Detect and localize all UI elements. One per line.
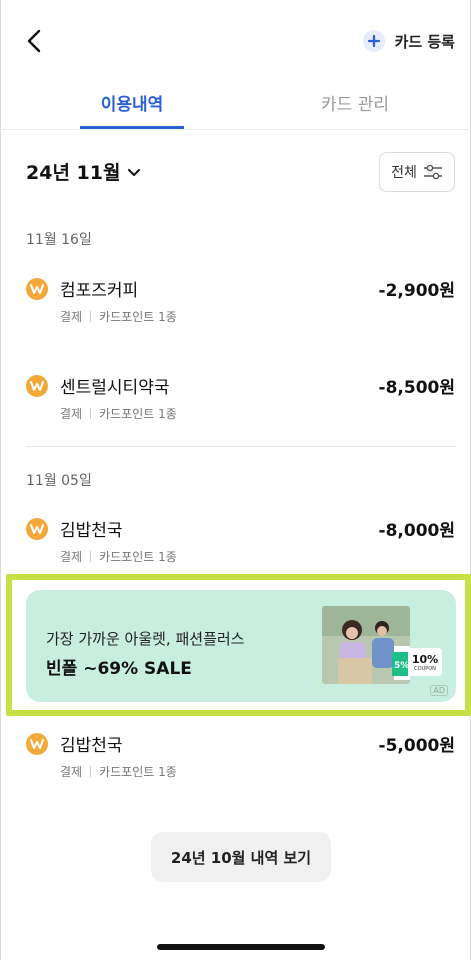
month-selector[interactable]: 24년 11월 [26,158,142,185]
plus-icon [362,30,385,52]
register-card-label: 카드 등록 [394,32,455,51]
sliders-icon [423,164,442,180]
coupon-value: 10% [411,652,439,666]
won-point-icon [26,375,48,397]
tab-card-management[interactable]: 카드 관리 [300,90,410,115]
point-info: 카드포인트 1종 [99,550,177,564]
month-label: 24년 11월 [26,162,121,184]
transaction-amount: -8,000원 [378,521,455,541]
merchant-name: 센트럴시티약국 [60,378,170,398]
group-divider [26,446,456,447]
chevron-down-icon [128,168,141,176]
transaction-amount: -8,500원 [378,378,455,398]
point-info: 카드포인트 1종 [99,407,177,421]
won-point-icon [26,518,48,540]
merchant-name: 김밥천국 [60,521,123,541]
transaction-row[interactable]: 김밥천국 -5,000원 결제 카드포인트 1종 [0,731,471,795]
payment-method: 결제 [60,407,83,421]
ad-promo-text: 빈폴 ~69% SALE [46,659,192,679]
month-filter-row: 24년 11월 전체 [0,148,471,198]
top-bar: 카드 등록 [0,0,471,80]
coupon-badge: 10% COUPON [408,648,442,676]
transaction-row[interactable]: 컴포즈커피 -2,900원 결제 카드포인트 1종 [0,276,471,340]
transaction-amount: -2,900원 [378,281,455,301]
payment-method: 결제 [60,550,83,564]
ad-image: 5% [322,606,410,684]
point-info: 카드포인트 1종 [99,310,177,324]
won-point-icon [26,278,48,300]
won-point-icon [26,733,48,755]
home-indicator[interactable] [157,944,325,950]
transaction-row[interactable]: 김밥천국 -8,000원 결제 카드포인트 1종 [0,516,471,580]
tab-bar: 이용내역 카드 관리 [0,80,471,130]
transaction-amount: -5,000원 [378,736,455,756]
back-button[interactable] [22,28,48,54]
filter-button[interactable]: 전체 [379,152,455,192]
svg-text:5%: 5% [394,661,409,671]
chevron-left-icon [27,29,41,53]
previous-month-history-button[interactable]: 24년 10월 내역 보기 [151,832,331,882]
meta-separator [90,408,92,419]
transaction-meta: 결제 카드포인트 1종 [60,548,177,565]
merchant-name: 김밥천국 [60,736,123,756]
coupon-sub-label: COUPON [414,665,436,672]
transaction-row[interactable]: 센트럴시티약국 -8,500원 결제 카드포인트 1종 [0,373,471,437]
active-tab-indicator [80,126,184,129]
ad-tag: AD [430,685,448,696]
filter-label: 전체 [391,165,417,181]
register-card-button[interactable]: 카드 등록 [362,30,455,52]
payment-method: 결제 [60,310,83,324]
meta-separator [90,551,92,562]
transaction-meta: 결제 카드포인트 1종 [60,405,177,422]
ad-banner[interactable]: 가장 가까운 아울렛, 패션플러스 빈폴 ~69% SALE 5% 10% CO… [26,590,456,702]
date-header: 11월 05일 [26,473,92,489]
ad-highlight-frame: 가장 가까운 아울렛, 패션플러스 빈폴 ~69% SALE 5% 10% CO… [6,574,471,716]
transaction-meta: 결제 카드포인트 1종 [60,763,177,780]
payment-method: 결제 [60,765,83,779]
meta-separator [90,766,92,777]
tab-usage-history[interactable]: 이용내역 [80,90,184,115]
point-info: 카드포인트 1종 [99,765,177,779]
previous-month-history-label: 24년 10월 내역 보기 [170,848,312,867]
merchant-name: 컴포즈커피 [60,281,139,301]
ad-headline: 가장 가까운 아울렛, 패션플러스 [46,630,245,648]
date-header: 11월 16일 [26,232,92,248]
transaction-meta: 결제 카드포인트 1종 [60,308,177,325]
meta-separator [90,311,92,322]
